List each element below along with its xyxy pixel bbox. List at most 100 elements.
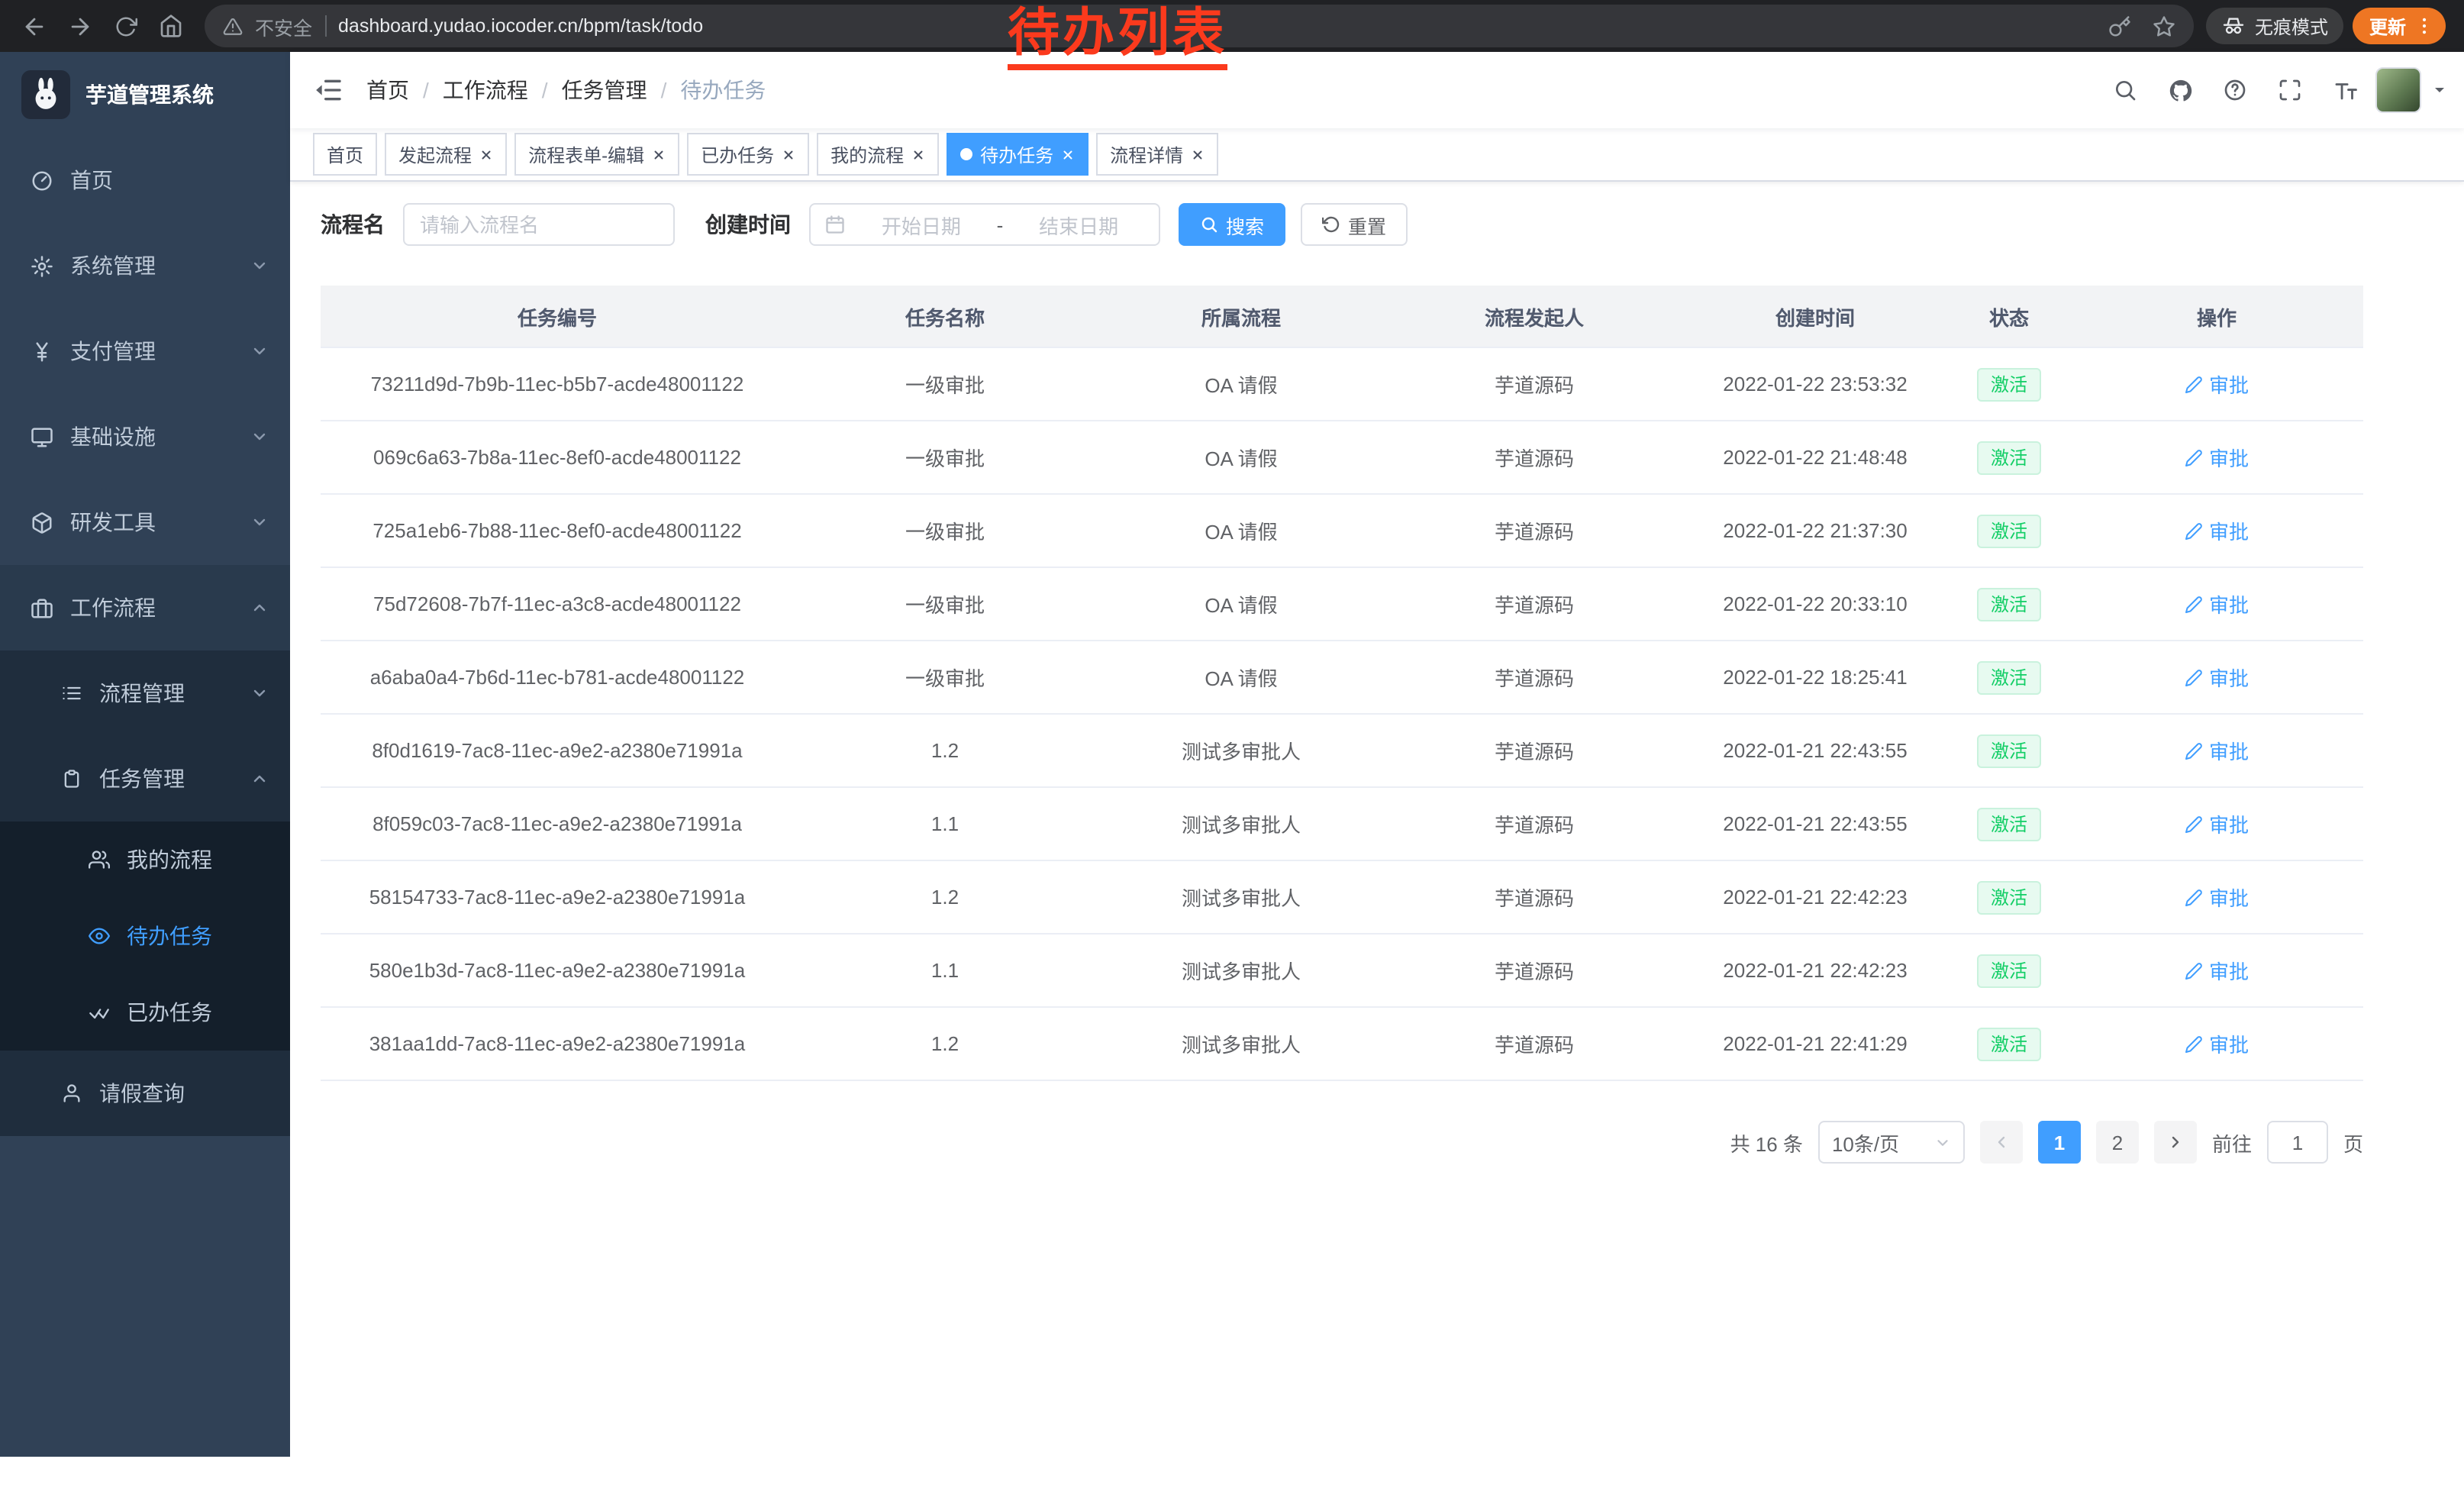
approve-link[interactable]: 审批: [2185, 589, 2249, 618]
page-button-1[interactable]: 1: [2038, 1121, 2081, 1164]
sidebar-item-done-tasks[interactable]: 已办任务: [0, 974, 290, 1051]
cell-task-name: 1.2: [794, 860, 1096, 934]
breadcrumb-separator: /: [661, 78, 667, 102]
approve-label: 审批: [2209, 663, 2249, 692]
approve-link[interactable]: 审批: [2185, 956, 2249, 985]
approve-link[interactable]: 审批: [2185, 1029, 2249, 1058]
eye-icon: [89, 925, 110, 947]
status-badge: 激活: [1977, 587, 2041, 621]
cell-process: 测试多审批人: [1096, 1007, 1386, 1080]
sidebar-item-todo-tasks[interactable]: 待办任务: [0, 898, 290, 974]
sidebar-item-payment[interactable]: 支付管理: [0, 308, 290, 394]
prev-page-button[interactable]: [1980, 1121, 2023, 1164]
cell-task-name: 一级审批: [794, 421, 1096, 494]
goto-page-input[interactable]: [2267, 1121, 2328, 1164]
close-icon[interactable]: [1191, 147, 1205, 161]
sidebar-item-devtools[interactable]: 研发工具: [0, 479, 290, 565]
cell-initiator: 芋道源码: [1386, 714, 1682, 787]
total-count: 共 16 条: [1730, 1128, 1803, 1157]
date-range-picker[interactable]: 开始日期 - 结束日期: [809, 203, 1160, 246]
header-search-button[interactable]: [2101, 66, 2150, 115]
process-name-input[interactable]: [403, 203, 675, 246]
cell-process: OA 请假: [1096, 494, 1386, 567]
cell-task-id: 75d72608-7b7f-11ec-a3c8-acde48001122: [321, 567, 794, 641]
edit-icon: [2185, 375, 2203, 393]
table-header-row: 任务编号 任务名称 所属流程 流程发起人 创建时间 状态 操作: [321, 286, 2363, 347]
cell-task-name: 1.2: [794, 714, 1096, 787]
breadcrumb-item[interactable]: 工作流程: [443, 75, 528, 105]
browser-home-button[interactable]: [150, 5, 192, 47]
search-button[interactable]: 搜索: [1179, 203, 1285, 246]
next-page-button[interactable]: [2154, 1121, 2197, 1164]
arrow-right-icon: [66, 13, 92, 39]
chevron-up-icon: [250, 599, 269, 617]
cell-task-id: 8f059c03-7ac8-11ec-a9e2-a2380e71991a: [321, 787, 794, 860]
sidebar-item-label: 已办任务: [127, 997, 269, 1028]
approve-link[interactable]: 审批: [2185, 443, 2249, 472]
sidebar-item-leave-query[interactable]: 请假查询: [0, 1051, 290, 1136]
sidebar-item-home[interactable]: 首页: [0, 137, 290, 223]
tab-done-tasks[interactable]: 已办任务: [687, 133, 809, 176]
cell-initiator: 芋道源码: [1386, 934, 1682, 1007]
page-size-select[interactable]: 10条/页: [1818, 1121, 1965, 1164]
reload-icon: [114, 15, 137, 37]
search-icon: [1200, 215, 1218, 234]
approve-link[interactable]: 审批: [2185, 809, 2249, 838]
app-logo-row[interactable]: 芋道管理系统: [0, 52, 290, 137]
tab-my-process[interactable]: 我的流程: [817, 133, 939, 176]
tab-home[interactable]: 首页: [313, 133, 377, 176]
close-icon[interactable]: [782, 147, 795, 161]
tab-label: 发起流程: [398, 141, 472, 167]
cell-initiator: 芋道源码: [1386, 421, 1682, 494]
key-icon[interactable]: [2108, 15, 2131, 37]
browser-back-button[interactable]: [12, 5, 55, 47]
close-icon[interactable]: [652, 147, 666, 161]
breadcrumb-item[interactable]: 首页: [366, 75, 409, 105]
sidebar-item-task-mgmt[interactable]: 任务管理: [0, 736, 290, 822]
close-icon[interactable]: [1061, 147, 1075, 161]
reset-button[interactable]: 重置: [1301, 203, 1408, 246]
browser-reload-button[interactable]: [104, 5, 147, 47]
approve-link[interactable]: 审批: [2185, 663, 2249, 692]
box-icon: [31, 511, 53, 534]
fullscreen-button[interactable]: [2266, 66, 2314, 115]
sidebar-item-system[interactable]: 系统管理: [0, 223, 290, 308]
caret-down-icon[interactable]: [2430, 81, 2449, 99]
sidebar: 芋道管理系统 首页 系统管理 支付管理 基础设施: [0, 52, 290, 1457]
cell-initiator: 芋道源码: [1386, 347, 1682, 421]
cell-initiator: 芋道源码: [1386, 641, 1682, 714]
close-icon[interactable]: [479, 147, 493, 161]
close-icon[interactable]: [911, 147, 925, 161]
approve-link[interactable]: 审批: [2185, 516, 2249, 545]
clipboard-icon: [61, 768, 82, 789]
column-header: 所属流程: [1096, 286, 1386, 347]
help-button[interactable]: [2211, 66, 2259, 115]
tab-process-detail[interactable]: 流程详情: [1096, 133, 1218, 176]
sidebar-toggle-button[interactable]: [290, 52, 366, 128]
sidebar-item-workflow[interactable]: 工作流程: [0, 565, 290, 650]
browser-update-button[interactable]: 更新: [2353, 8, 2446, 44]
annotation-overlay: 待办列表: [1008, 6, 1227, 71]
approve-link[interactable]: 审批: [2185, 736, 2249, 765]
cell-created: 2022-01-21 22:43:55: [1682, 714, 1948, 787]
bookmark-star-icon[interactable]: [2153, 15, 2175, 37]
approve-link[interactable]: 审批: [2185, 370, 2249, 399]
user-avatar[interactable]: [2375, 67, 2421, 113]
sidebar-item-infrastructure[interactable]: 基础设施: [0, 394, 290, 479]
tab-start-process[interactable]: 发起流程: [385, 133, 507, 176]
sidebar-item-my-process[interactable]: 我的流程: [0, 822, 290, 898]
github-button[interactable]: [2156, 66, 2204, 115]
font-size-button[interactable]: [2320, 66, 2369, 115]
breadcrumb-item[interactable]: 任务管理: [562, 75, 647, 105]
status-badge: 激活: [1977, 514, 2041, 547]
tab-form-edit[interactable]: 流程表单-编辑: [514, 133, 679, 176]
column-header: 任务名称: [794, 286, 1096, 347]
approve-link[interactable]: 审批: [2185, 883, 2249, 912]
table-row: 069c6a63-7b8a-11ec-8ef0-acde48001122 一级审…: [321, 421, 2363, 494]
page-button-2[interactable]: 2: [2096, 1121, 2139, 1164]
table-row: a6aba0a4-7b6d-11ec-b781-acde48001122 一级审…: [321, 641, 2363, 714]
sidebar-item-process-mgmt[interactable]: 流程管理: [0, 650, 290, 736]
tab-todo-tasks[interactable]: 待办任务: [947, 133, 1088, 176]
cell-process: OA 请假: [1096, 641, 1386, 714]
browser-forward-button[interactable]: [58, 5, 101, 47]
